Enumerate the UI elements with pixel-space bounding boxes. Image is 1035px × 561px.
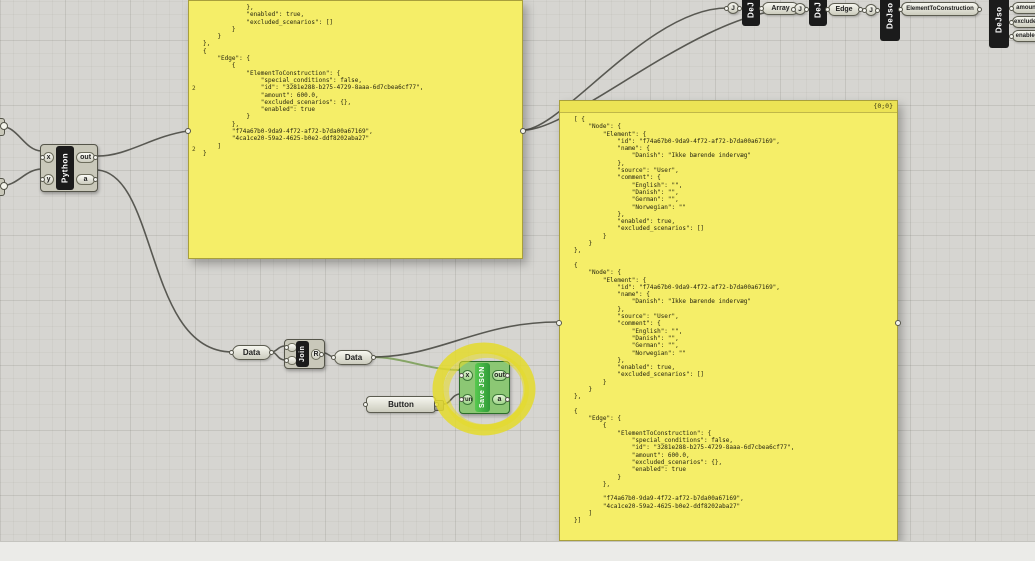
param-label: Array — [771, 5, 790, 12]
join-label[interactable]: Join — [296, 341, 309, 367]
python-input-x[interactable]: x — [39, 151, 55, 163]
save-json-label[interactable]: Save JSON — [475, 363, 490, 412]
wire[interactable] — [443, 393, 460, 405]
wire[interactable] — [371, 356, 460, 371]
save-json-component[interactable]: x run Save JSON out a — [459, 361, 510, 414]
save-json-input-x[interactable]: x — [459, 369, 473, 381]
param-label: J — [869, 6, 873, 14]
param-grip[interactable] — [0, 182, 8, 190]
param-label: ElementToConstruction — [906, 6, 974, 12]
dej-array-input-j[interactable]: J — [724, 2, 742, 14]
dejso-label[interactable]: DeJso — [880, 0, 900, 41]
dej-edge-label[interactable]: DeJ — [809, 0, 827, 26]
param-label: J — [731, 4, 735, 12]
dejso2-label[interactable]: DeJso — [989, 0, 1009, 48]
dejso2-output-amount[interactable]: amount — [1009, 2, 1035, 14]
param-label: excluded — [1014, 19, 1035, 25]
button-output-nub[interactable] — [434, 400, 444, 411]
python-label[interactable]: Python — [56, 146, 75, 190]
data-param-label: Data — [242, 348, 261, 357]
dej-edge-output[interactable]: Edge — [825, 3, 863, 16]
param-label: enabled — [1015, 33, 1035, 39]
python-output-out[interactable]: out — [76, 151, 98, 163]
python-component[interactable]: x y Python out a — [39, 144, 98, 192]
dejso-input-j[interactable]: J — [862, 4, 880, 16]
wire[interactable] — [371, 321, 559, 358]
save-json-input-run[interactable]: run — [459, 394, 473, 406]
panel-line-index: 2 — [192, 146, 196, 153]
button-label: Button — [388, 400, 414, 409]
panel-input-grip[interactable] — [185, 128, 191, 134]
python-input-y[interactable]: y — [39, 173, 55, 185]
dej-edge-input-j[interactable]: J — [791, 3, 809, 15]
wire[interactable] — [97, 130, 189, 157]
grasshopper-canvas[interactable]: x y Python out a Data Join R Data Button — [0, 0, 1035, 561]
wire[interactable] — [0, 125, 42, 152]
dej-array-label[interactable]: DeJ — [742, 0, 760, 26]
param-label: amount — [1016, 5, 1035, 11]
save-json-output-a[interactable]: a — [492, 394, 510, 406]
json-panel-right[interactable]: {0;0} [ { "Node": { "Element": { "id": "… — [556, 100, 901, 541]
dejso-output-elementtoconstruction[interactable]: ElementToConstruction — [898, 2, 982, 16]
status-bar — [0, 541, 1035, 561]
save-json-output-out[interactable]: out — [492, 369, 510, 381]
panel-output-grip[interactable] — [520, 128, 526, 134]
param-label: Edge — [835, 6, 853, 13]
json-panel-left-text: }, "enabled": true, "excluded_scenarios"… — [203, 4, 424, 157]
panel-line-index: 2 — [192, 85, 196, 92]
data-param-1[interactable]: Data — [229, 345, 274, 360]
dejso2-output-excluded[interactable]: excluded — [1009, 16, 1035, 28]
python-output-a[interactable]: a — [76, 173, 98, 185]
json-panel-left[interactable]: }, "enabled": true, "excluded_scenarios"… — [185, 0, 526, 259]
button-component[interactable]: Button — [363, 396, 444, 413]
param-label: J — [798, 5, 802, 13]
data-param-2[interactable]: Data — [331, 350, 376, 365]
panel-path-header: {0;0} — [560, 101, 897, 113]
join-output-r[interactable]: R — [311, 348, 324, 360]
param-grip[interactable] — [0, 122, 8, 130]
data-param-label: Data — [344, 353, 363, 362]
dejso2-output-enabled[interactable]: enabled — [1009, 30, 1035, 42]
join-component[interactable]: Join R — [284, 339, 325, 369]
panel-output-grip[interactable] — [895, 320, 901, 326]
json-panel-right-text: [ { "Node": { "Element": { "id": "f74a67… — [574, 116, 795, 525]
panel-input-grip[interactable] — [556, 320, 562, 326]
